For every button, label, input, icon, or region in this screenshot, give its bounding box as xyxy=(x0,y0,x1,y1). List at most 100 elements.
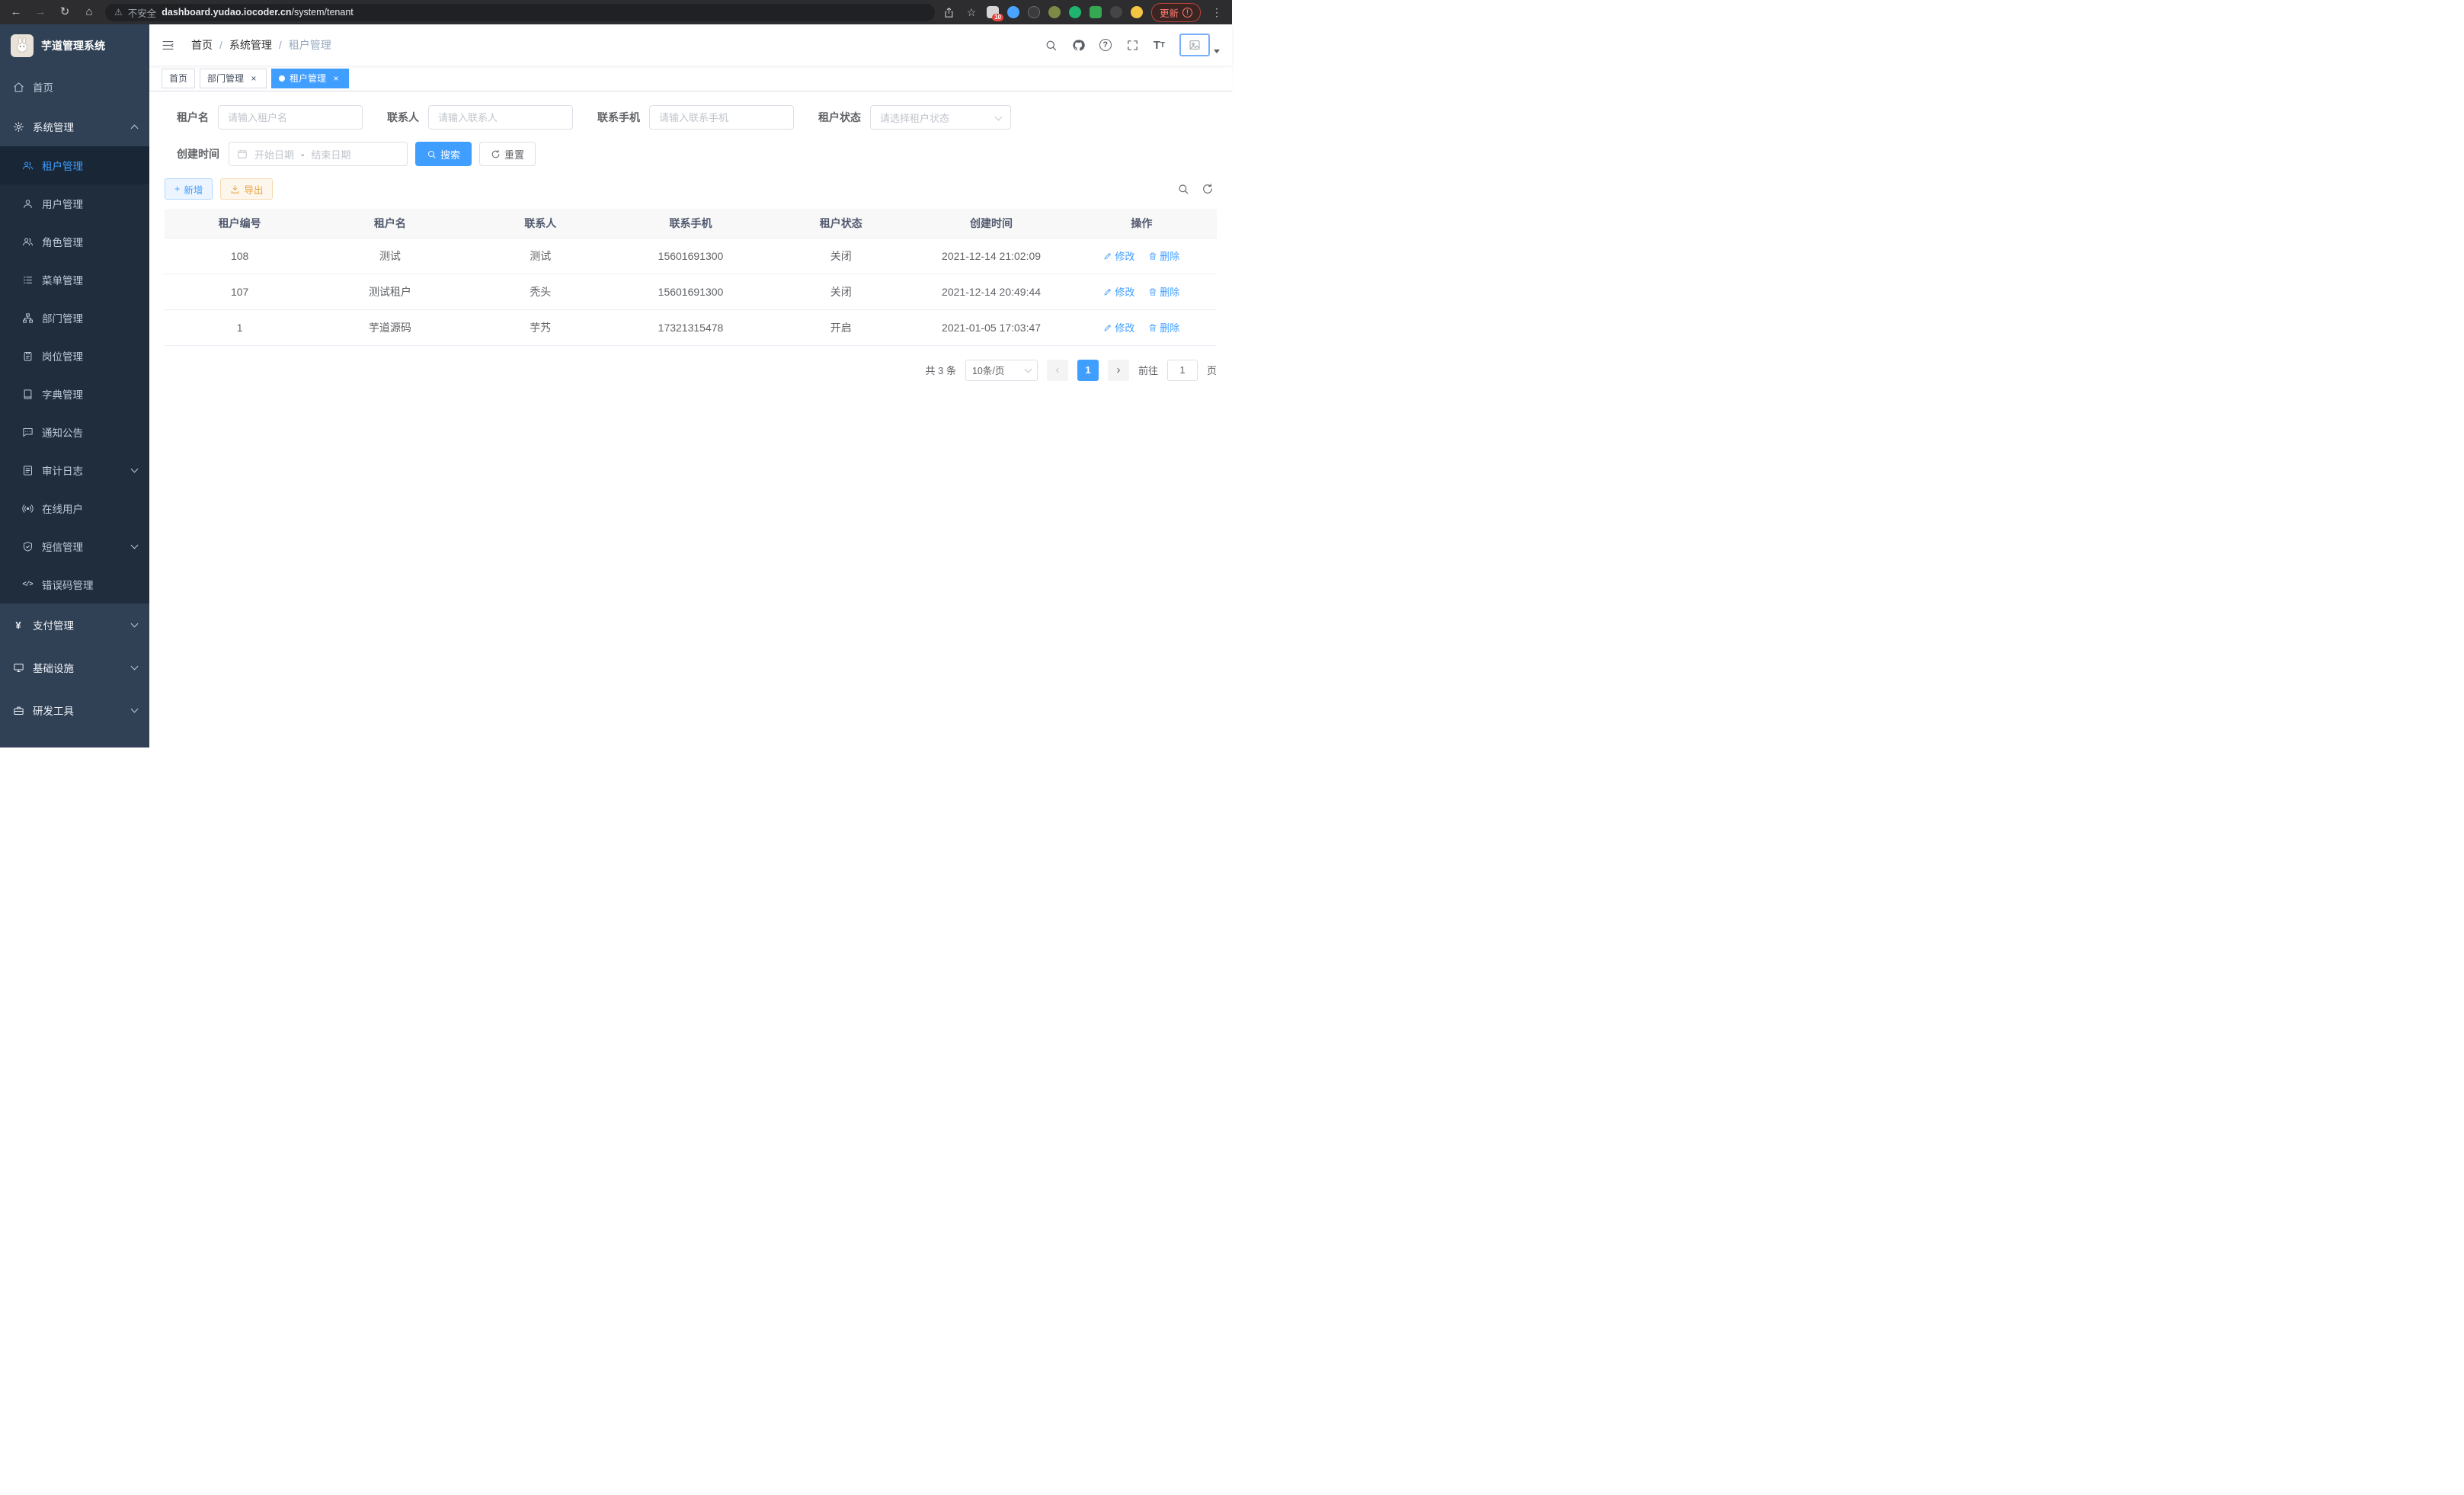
sidebar-item-user[interactable]: 用户管理 xyxy=(0,184,149,222)
refresh-table-icon[interactable] xyxy=(1202,183,1214,195)
sidebar-item-audit-log[interactable]: 审计日志 xyxy=(0,451,149,489)
add-button[interactable]: + 新增 xyxy=(165,178,213,200)
delete-button[interactable]: 删除 xyxy=(1148,284,1179,299)
profile-avatar[interactable] xyxy=(1131,6,1143,18)
sidebar-item-sms[interactable]: 短信管理 xyxy=(0,527,149,565)
export-button[interactable]: 导出 xyxy=(220,178,273,200)
chevron-down-icon xyxy=(1025,366,1032,373)
extension-icon-5[interactable] xyxy=(1069,6,1081,18)
share-icon[interactable] xyxy=(942,5,956,19)
back-icon[interactable]: ← xyxy=(8,4,24,21)
extensions-puzzle-icon[interactable] xyxy=(1110,6,1122,18)
cell-contact: 秃头 xyxy=(466,274,616,309)
goto-page-input[interactable] xyxy=(1167,360,1198,381)
cell-name: 芋道源码 xyxy=(315,309,465,345)
contact-input[interactable] xyxy=(428,105,573,130)
home-icon[interactable]: ⌂ xyxy=(81,4,98,21)
app-logo[interactable]: 芋道管理系统 xyxy=(0,24,149,67)
page-size-select[interactable]: 10条/页 xyxy=(965,360,1038,381)
date-end-placeholder: 结束日期 xyxy=(311,147,350,162)
filter-row-2: 创建时间 开始日期 - 结束日期 搜索 重置 xyxy=(165,142,1217,166)
roles-icon xyxy=(21,235,34,248)
phone-input[interactable] xyxy=(649,105,794,130)
address-bar[interactable]: ⚠ 不安全 dashboard.yudao.iocoder.cn/system/… xyxy=(105,4,935,21)
create-time-label: 创建时间 xyxy=(177,146,219,162)
sidebar-item-label: 角色管理 xyxy=(42,234,83,249)
breadcrumb: 首页 / 系统管理 / 租户管理 xyxy=(191,37,331,53)
status-select[interactable]: 请选择租户状态 xyxy=(870,105,1011,130)
filter-create-time: 创建时间 开始日期 - 结束日期 xyxy=(177,142,408,166)
col-header-created: 创建时间 xyxy=(916,209,1066,238)
sidebar-group-system[interactable]: 系统管理 xyxy=(0,107,149,146)
sidebar-item-home[interactable]: 首页 xyxy=(0,67,149,107)
close-icon[interactable]: × xyxy=(248,73,259,84)
update-button[interactable]: 更新 ! xyxy=(1151,3,1201,22)
cell-phone: 15601691300 xyxy=(616,274,766,309)
yen-icon: ¥ xyxy=(12,619,24,631)
edit-button[interactable]: 修改 xyxy=(1103,284,1134,299)
online-signal-icon xyxy=(21,502,34,514)
sidebar-fold-icon[interactable] xyxy=(162,39,174,52)
sidebar-item-tenant[interactable]: 租户管理 xyxy=(0,146,149,184)
delete-button[interactable]: 删除 xyxy=(1148,248,1179,263)
edit-button[interactable]: 修改 xyxy=(1103,248,1134,263)
github-icon[interactable] xyxy=(1072,39,1085,52)
cell-status: 开启 xyxy=(766,309,916,345)
sidebar-item-post[interactable]: 岗位管理 xyxy=(0,337,149,375)
sidebar-group-payment[interactable]: ¥ 支付管理 xyxy=(0,603,149,646)
col-header-id: 租户编号 xyxy=(165,209,315,238)
tab-dept[interactable]: 部门管理 × xyxy=(200,69,267,88)
reload-icon[interactable]: ↻ xyxy=(56,4,73,21)
sidebar-group-infrastructure[interactable]: 基础设施 xyxy=(0,646,149,689)
home-icon xyxy=(12,81,24,93)
sidebar-item-dict[interactable]: 字典管理 xyxy=(0,375,149,413)
help-icon[interactable]: ? xyxy=(1099,39,1112,51)
extension-icon-6[interactable] xyxy=(1090,6,1102,18)
reset-button[interactable]: 重置 xyxy=(479,142,536,166)
edit-button[interactable]: 修改 xyxy=(1103,320,1134,335)
tab-home[interactable]: 首页 xyxy=(162,69,195,88)
user-menu[interactable] xyxy=(1179,34,1220,56)
extension-icon-1[interactable]: 10 xyxy=(987,6,999,18)
delete-button[interactable]: 删除 xyxy=(1148,320,1179,335)
tenants-icon xyxy=(21,159,34,171)
forward-icon[interactable]: → xyxy=(32,4,49,21)
cell-id: 1 xyxy=(165,309,315,345)
sidebar-item-error-code[interactable]: </> 错误码管理 xyxy=(0,565,149,603)
close-icon[interactable]: × xyxy=(331,73,341,84)
bookmark-star-icon[interactable]: ☆ xyxy=(965,5,978,19)
sidebar-group-devtools[interactable]: 研发工具 xyxy=(0,689,149,731)
breadcrumb-home[interactable]: 首页 xyxy=(191,37,213,53)
extension-icon-3[interactable] xyxy=(1028,6,1040,18)
sidebar-item-role[interactable]: 角色管理 xyxy=(0,222,149,261)
browser-menu-icon[interactable]: ⋮ xyxy=(1209,6,1224,19)
page-number-1[interactable]: 1 xyxy=(1077,360,1099,381)
sidebar-group-label: 系统管理 xyxy=(33,119,74,134)
fullscreen-icon[interactable] xyxy=(1126,39,1139,52)
sidebar-item-label: 首页 xyxy=(33,79,53,94)
search-icon[interactable] xyxy=(1045,39,1058,52)
tab-label: 首页 xyxy=(169,72,187,85)
pencil-icon xyxy=(1103,251,1112,261)
sidebar-item-dept[interactable]: 部门管理 xyxy=(0,299,149,337)
app-frame: 芋道管理系统 首页 系统管理 租户管理 用户管理 角色管理 xyxy=(0,24,1232,748)
table-row: 108 测试 测试 15601691300 关闭 2021-12-14 21:0… xyxy=(165,238,1217,274)
tab-tenant[interactable]: 租户管理 × xyxy=(271,69,349,88)
sidebar-item-online-users[interactable]: 在线用户 xyxy=(0,489,149,527)
search-button[interactable]: 搜索 xyxy=(415,142,472,166)
sidebar-item-menu[interactable]: 菜单管理 xyxy=(0,261,149,299)
prev-page-button[interactable]: ‹ xyxy=(1047,360,1068,381)
extension-icon-2[interactable] xyxy=(1007,6,1019,18)
table-tools xyxy=(1177,183,1217,195)
extension-icon-4[interactable] xyxy=(1048,6,1061,18)
toggle-search-icon[interactable] xyxy=(1177,183,1189,195)
date-range-picker[interactable]: 开始日期 - 结束日期 xyxy=(229,142,408,166)
sidebar-item-notice[interactable]: 通知公告 xyxy=(0,413,149,451)
col-header-contact: 联系人 xyxy=(466,209,616,238)
next-page-button[interactable]: › xyxy=(1108,360,1129,381)
tenant-name-input[interactable] xyxy=(218,105,363,130)
breadcrumb-system[interactable]: 系统管理 xyxy=(229,37,272,53)
date-separator: - xyxy=(301,149,304,160)
filter-status: 租户状态 请选择租户状态 xyxy=(818,105,1011,130)
font-size-icon[interactable]: TT xyxy=(1154,39,1165,52)
